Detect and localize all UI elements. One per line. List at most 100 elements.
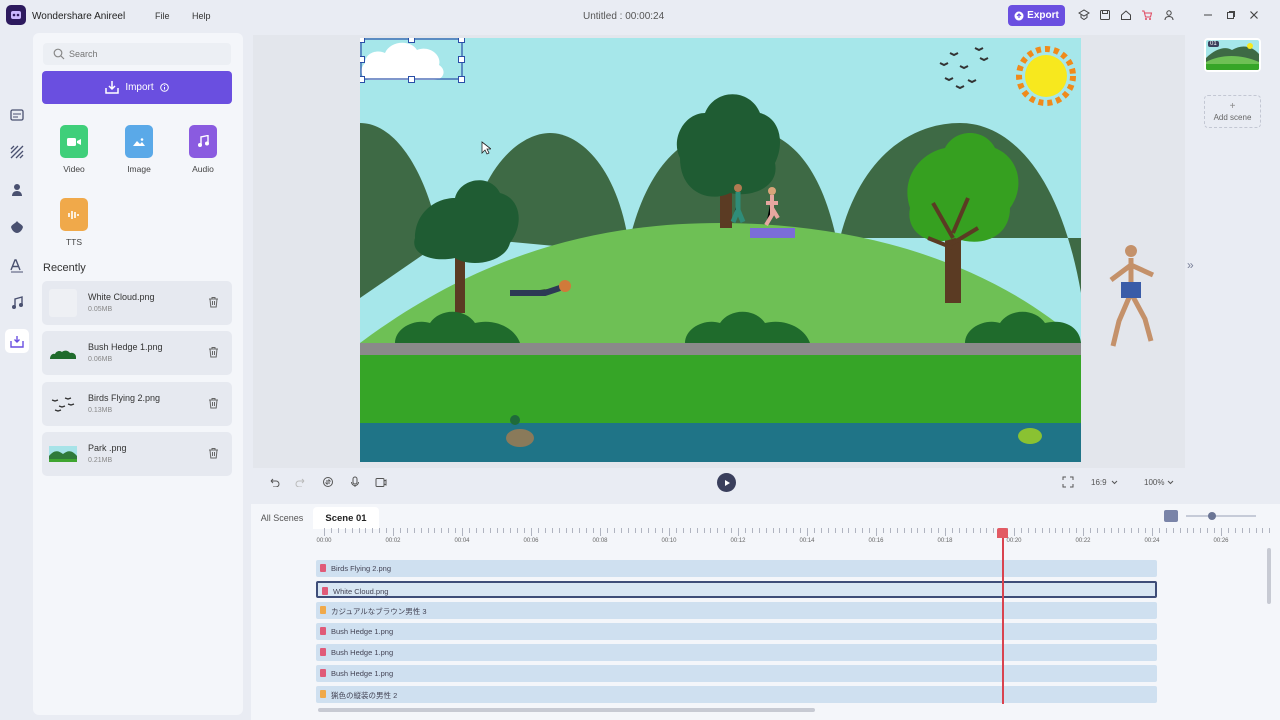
chevron-down-icon[interactable]	[1111, 480, 1118, 485]
ruler-tick	[1172, 528, 1174, 533]
offstage-character[interactable]	[1093, 240, 1163, 355]
delete-icon[interactable]	[208, 397, 219, 409]
resize-handle[interactable]	[458, 56, 465, 63]
add-scene-button[interactable]: + Add scene	[1204, 95, 1261, 128]
save-icon[interactable]	[1098, 8, 1112, 22]
time-ruler[interactable]: 00:00 00:02 00:04 00:06 00:08 00:10 00:12 00:14…	[315, 528, 1280, 548]
tab-all-scenes[interactable]: All Scenes	[255, 507, 309, 529]
scene-thumbnail[interactable]: 01	[1204, 38, 1261, 72]
prop-icon[interactable]	[8, 218, 26, 236]
ruler-tick	[938, 528, 940, 533]
zoom-select[interactable]: 100%	[1144, 478, 1164, 487]
undo-icon[interactable]	[267, 475, 281, 489]
recently-heading: Recently	[43, 262, 86, 274]
close-icon[interactable]	[1247, 8, 1261, 22]
asset-size: 0.06MB	[88, 356, 113, 363]
home-icon[interactable]	[1119, 8, 1133, 22]
ruler-tick	[537, 528, 539, 533]
ruler-tick	[986, 528, 988, 533]
timeline-track-clip[interactable]: Bush Hedge 1.png	[316, 665, 1157, 682]
character-icon[interactable]	[8, 181, 26, 199]
minimize-icon[interactable]	[1201, 8, 1215, 22]
horizontal-scrollbar[interactable]	[318, 708, 815, 712]
image-media-button[interactable]: Image	[117, 125, 161, 177]
ruler-tick	[489, 528, 491, 533]
info-icon[interactable]	[159, 83, 169, 92]
music-icon[interactable]	[8, 294, 26, 312]
recent-asset-item[interactable]: White Cloud.png 0.05MB	[42, 281, 232, 325]
timeline-track-clip[interactable]: Bush Hedge 1.png	[316, 623, 1157, 640]
resize-handle[interactable]	[360, 76, 365, 83]
help-menu[interactable]: Help	[192, 11, 211, 21]
ruler-time-label: 00:22	[1075, 538, 1091, 544]
resize-handle[interactable]	[408, 76, 415, 83]
ruler-tick	[1069, 528, 1071, 533]
my-media-icon[interactable]	[5, 329, 29, 353]
image-label: Image	[127, 164, 151, 174]
resize-handle[interactable]	[360, 38, 365, 43]
file-menu[interactable]: File	[155, 11, 170, 21]
import-button[interactable]: Import	[42, 71, 232, 104]
ruler-tick	[406, 528, 408, 533]
account-icon[interactable]	[1162, 8, 1176, 22]
tab-scene-01[interactable]: Scene 01	[313, 507, 379, 529]
playhead[interactable]	[1002, 528, 1004, 704]
ruler-tick	[1027, 528, 1029, 533]
search-input[interactable]	[69, 47, 219, 61]
timeline-track-clip[interactable]: カジュアルなブラウン男性 3	[316, 602, 1157, 619]
ruler-tick	[744, 528, 746, 533]
screen-record-icon[interactable]	[374, 475, 388, 489]
vertical-scrollbar[interactable]	[1267, 548, 1271, 604]
asset-thumbnail	[49, 289, 77, 317]
maximize-icon[interactable]	[1224, 8, 1238, 22]
ruler-tick	[1214, 528, 1216, 533]
resize-handle[interactable]	[408, 38, 415, 43]
ruler-tick	[869, 528, 871, 533]
fit-timeline-icon[interactable]	[1164, 510, 1178, 522]
fullscreen-icon[interactable]	[1061, 475, 1075, 489]
recent-asset-item[interactable]: Bush Hedge 1.png 0.06MB	[42, 331, 232, 375]
export-label: Export	[1027, 10, 1059, 21]
ruler-time-label: 00:06	[523, 538, 539, 544]
scene-stage[interactable]	[360, 38, 1081, 462]
text-icon[interactable]	[8, 257, 26, 275]
video-media-button[interactable]: Video	[52, 125, 96, 177]
playhead-handle[interactable]	[997, 528, 1008, 538]
tutorial-icon[interactable]	[1077, 8, 1091, 22]
timeline-track-clip[interactable]: Birds Flying 2.png	[316, 560, 1157, 577]
timeline-track-clip[interactable]: White Cloud.png	[316, 581, 1157, 598]
background-icon[interactable]	[8, 143, 26, 161]
timeline-zoom-knob[interactable]	[1208, 512, 1216, 520]
recent-asset-item[interactable]: Park .png 0.21MB	[42, 432, 232, 476]
export-button[interactable]: Export	[1008, 5, 1065, 26]
audio-media-button[interactable]: Audio	[181, 125, 225, 177]
timeline-track-clip[interactable]: 猟色の縦装の男性 2	[316, 686, 1157, 703]
aspect-ratio-select[interactable]: 16:9	[1091, 478, 1107, 487]
delete-icon[interactable]	[208, 447, 219, 459]
template-icon[interactable]	[8, 106, 26, 124]
cart-icon[interactable]	[1140, 8, 1154, 22]
recent-asset-item[interactable]: Birds Flying 2.png 0.13MB	[42, 382, 232, 426]
asset-name: Birds Flying 2.png	[88, 393, 161, 403]
ruler-time-label: 00:26	[1213, 538, 1229, 544]
ruler-tick	[1200, 528, 1202, 533]
resize-handle[interactable]	[458, 76, 465, 83]
microphone-icon[interactable]	[348, 475, 362, 489]
play-button[interactable]	[717, 473, 736, 492]
ruler-tick	[738, 528, 739, 536]
delete-icon[interactable]	[208, 296, 219, 308]
tts-media-button[interactable]: TTS	[52, 198, 96, 250]
replace-icon[interactable]	[321, 475, 335, 489]
ruler-tick	[951, 528, 953, 533]
redo-icon[interactable]	[294, 475, 308, 489]
timeline-track-clip[interactable]: Bush Hedge 1.png	[316, 644, 1157, 661]
search-box[interactable]	[43, 43, 231, 65]
ruler-tick	[1234, 528, 1236, 533]
expand-panel-icon[interactable]: »	[1187, 258, 1194, 272]
delete-icon[interactable]	[208, 346, 219, 358]
ruler-tick	[710, 528, 712, 533]
chevron-down-icon[interactable]	[1167, 480, 1174, 485]
resize-handle[interactable]	[360, 56, 365, 63]
resize-handle[interactable]	[458, 38, 465, 43]
timeline-zoom-slider[interactable]	[1186, 515, 1256, 517]
